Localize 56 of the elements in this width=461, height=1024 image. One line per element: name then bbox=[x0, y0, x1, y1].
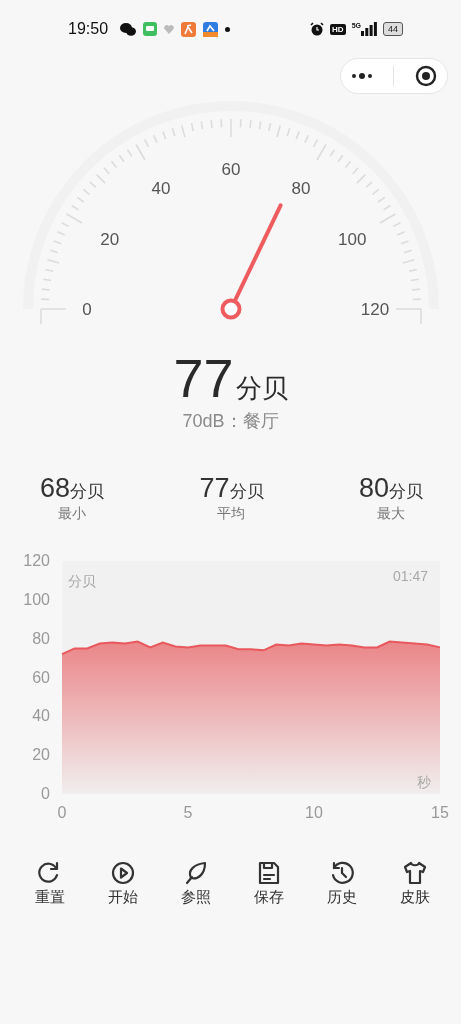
scale-label: 0 bbox=[82, 300, 92, 319]
stat-unit: 分贝 bbox=[70, 482, 105, 503]
chat-app-icon bbox=[120, 22, 137, 36]
status-time: 19:50 bbox=[68, 20, 109, 38]
more-icon[interactable] bbox=[351, 72, 374, 80]
toolbar-button[interactable]: 重置 bbox=[24, 860, 76, 907]
t-shirt-icon bbox=[402, 860, 428, 886]
signal-icon bbox=[361, 22, 377, 36]
travel-app-icon bbox=[203, 21, 219, 37]
toolbar-button[interactable]: 皮肤 bbox=[389, 860, 441, 907]
decibel-unit: 分贝 bbox=[235, 372, 288, 405]
reference-text: 70dB：餐厅 bbox=[182, 410, 279, 433]
stat-label: 最大 bbox=[376, 505, 405, 523]
stat-label: 最小 bbox=[58, 505, 86, 523]
play-icon bbox=[110, 860, 136, 886]
scale-label: 40 bbox=[151, 178, 171, 198]
close-icon[interactable] bbox=[414, 65, 437, 87]
history-icon bbox=[329, 860, 355, 886]
x-axis-label: 秒 bbox=[417, 774, 431, 790]
decibel-value: 77 bbox=[173, 349, 234, 407]
dot-icon bbox=[225, 26, 231, 32]
x-tick-label: 10 bbox=[305, 804, 323, 821]
y-tick-label: 120 bbox=[23, 552, 50, 569]
leaf-icon bbox=[183, 860, 209, 886]
y-tick-label: 80 bbox=[32, 629, 50, 647]
y-tick-label: 40 bbox=[32, 707, 50, 725]
scale-label: 80 bbox=[291, 178, 311, 198]
stat-value: 80 bbox=[358, 473, 389, 504]
x-tick-label: 15 bbox=[431, 804, 449, 821]
scale-label: 100 bbox=[338, 230, 367, 249]
y-tick-label: 60 bbox=[32, 668, 50, 686]
toolbar-button[interactable]: 保存 bbox=[243, 860, 295, 907]
scale-label: 20 bbox=[100, 230, 120, 249]
alarm-icon bbox=[310, 22, 325, 36]
hd-badge: HD bbox=[330, 23, 346, 35]
scale-label: 120 bbox=[360, 300, 390, 319]
stat-label: 平均 bbox=[217, 505, 246, 523]
y-tick-label: 20 bbox=[32, 746, 50, 764]
stat-unit: 分贝 bbox=[229, 482, 264, 503]
scale-label: 60 bbox=[221, 160, 241, 179]
stat-value: 77 bbox=[199, 473, 230, 504]
stat-unit: 分贝 bbox=[389, 482, 423, 503]
battery-level: 44 bbox=[383, 22, 403, 36]
y-tick-label: 0 bbox=[41, 785, 50, 802]
heart-icon bbox=[164, 24, 175, 34]
toolbar-button[interactable]: 历史 bbox=[316, 860, 368, 907]
toolbar-button[interactable]: 开始 bbox=[97, 860, 149, 907]
x-tick-label: 5 bbox=[183, 804, 193, 821]
toolbar-button[interactable]: 参照 bbox=[170, 860, 222, 907]
x-tick-label: 0 bbox=[57, 804, 67, 821]
y-tick-label: 100 bbox=[23, 590, 50, 608]
elapsed-time: 01:47 bbox=[392, 568, 428, 584]
runner-app-icon bbox=[181, 21, 197, 37]
y-axis-label: 分贝 bbox=[68, 573, 96, 589]
stat-value: 68 bbox=[40, 473, 71, 504]
message-app-icon bbox=[143, 22, 158, 36]
